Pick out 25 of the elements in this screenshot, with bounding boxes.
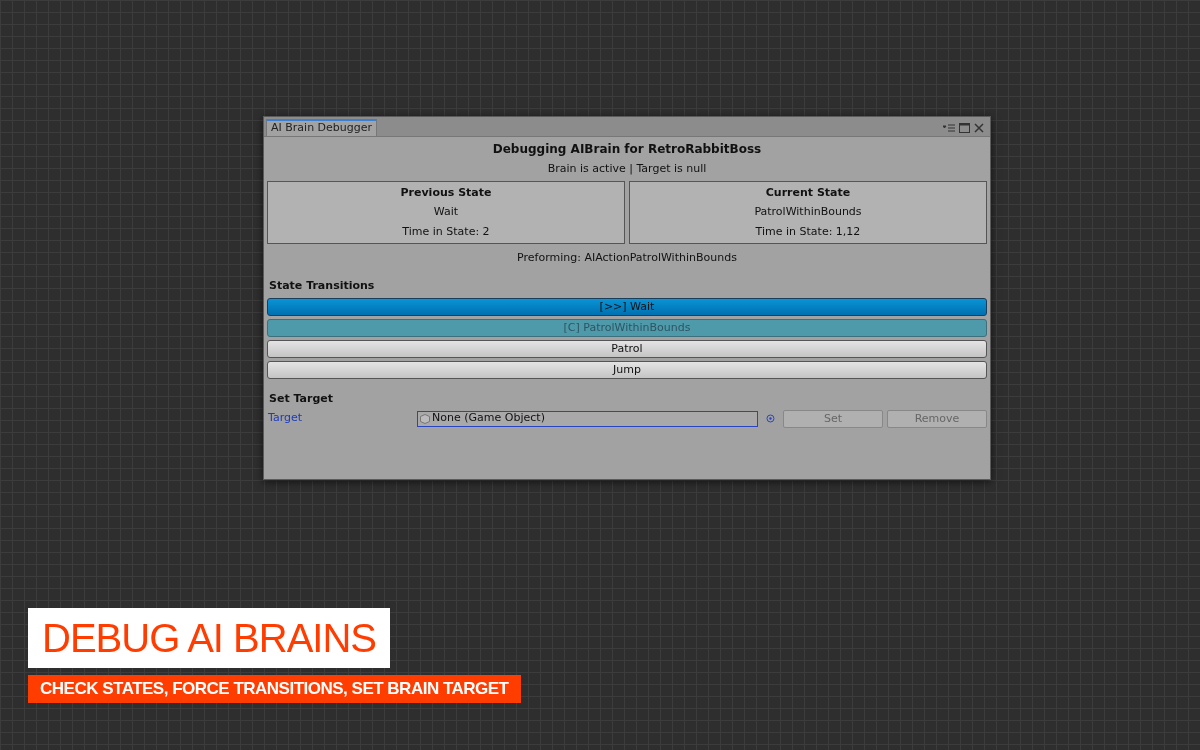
section-heading: State Transitions	[269, 277, 376, 294]
transition-button[interactable]: Jump	[267, 361, 987, 379]
transition-button[interactable]: [>>] Wait	[267, 298, 987, 316]
target-field[interactable]: None (Game Object)	[417, 410, 759, 427]
brain-status: Brain is active | Target is null	[546, 161, 708, 177]
state-name: Wait	[433, 204, 459, 220]
window-tab[interactable]: AI Brain Debugger	[266, 119, 378, 136]
state-name: PatrolWithinBounds	[754, 204, 862, 220]
transition-button[interactable]: Patrol	[267, 340, 987, 358]
banner-title: DEBUG AI BRAINS	[28, 608, 390, 668]
state-heading: Previous State	[400, 184, 492, 201]
cube-icon	[420, 413, 431, 424]
state-time: Time in State: 2	[402, 223, 490, 240]
target-value: None (Game Object)	[432, 410, 545, 427]
target-label: Target	[268, 410, 304, 427]
maximize-icon[interactable]	[959, 123, 970, 133]
close-icon[interactable]	[974, 123, 984, 133]
object-picker-icon[interactable]	[766, 414, 775, 423]
state-time: Time in State: 1,12	[755, 223, 861, 240]
debug-title: Debugging AIBrain for RetroRabbitBoss	[491, 141, 763, 158]
performing-action: Preforming: AIActionPatrolWithinBounds	[516, 250, 738, 266]
banner-subtitle: CHECK STATES, FORCE TRANSITIONS, SET BRAIN TARGET	[28, 675, 521, 703]
menu-icon[interactable]	[943, 124, 955, 132]
state-heading: Current State	[765, 184, 851, 201]
section-heading: Set Target	[269, 391, 334, 407]
